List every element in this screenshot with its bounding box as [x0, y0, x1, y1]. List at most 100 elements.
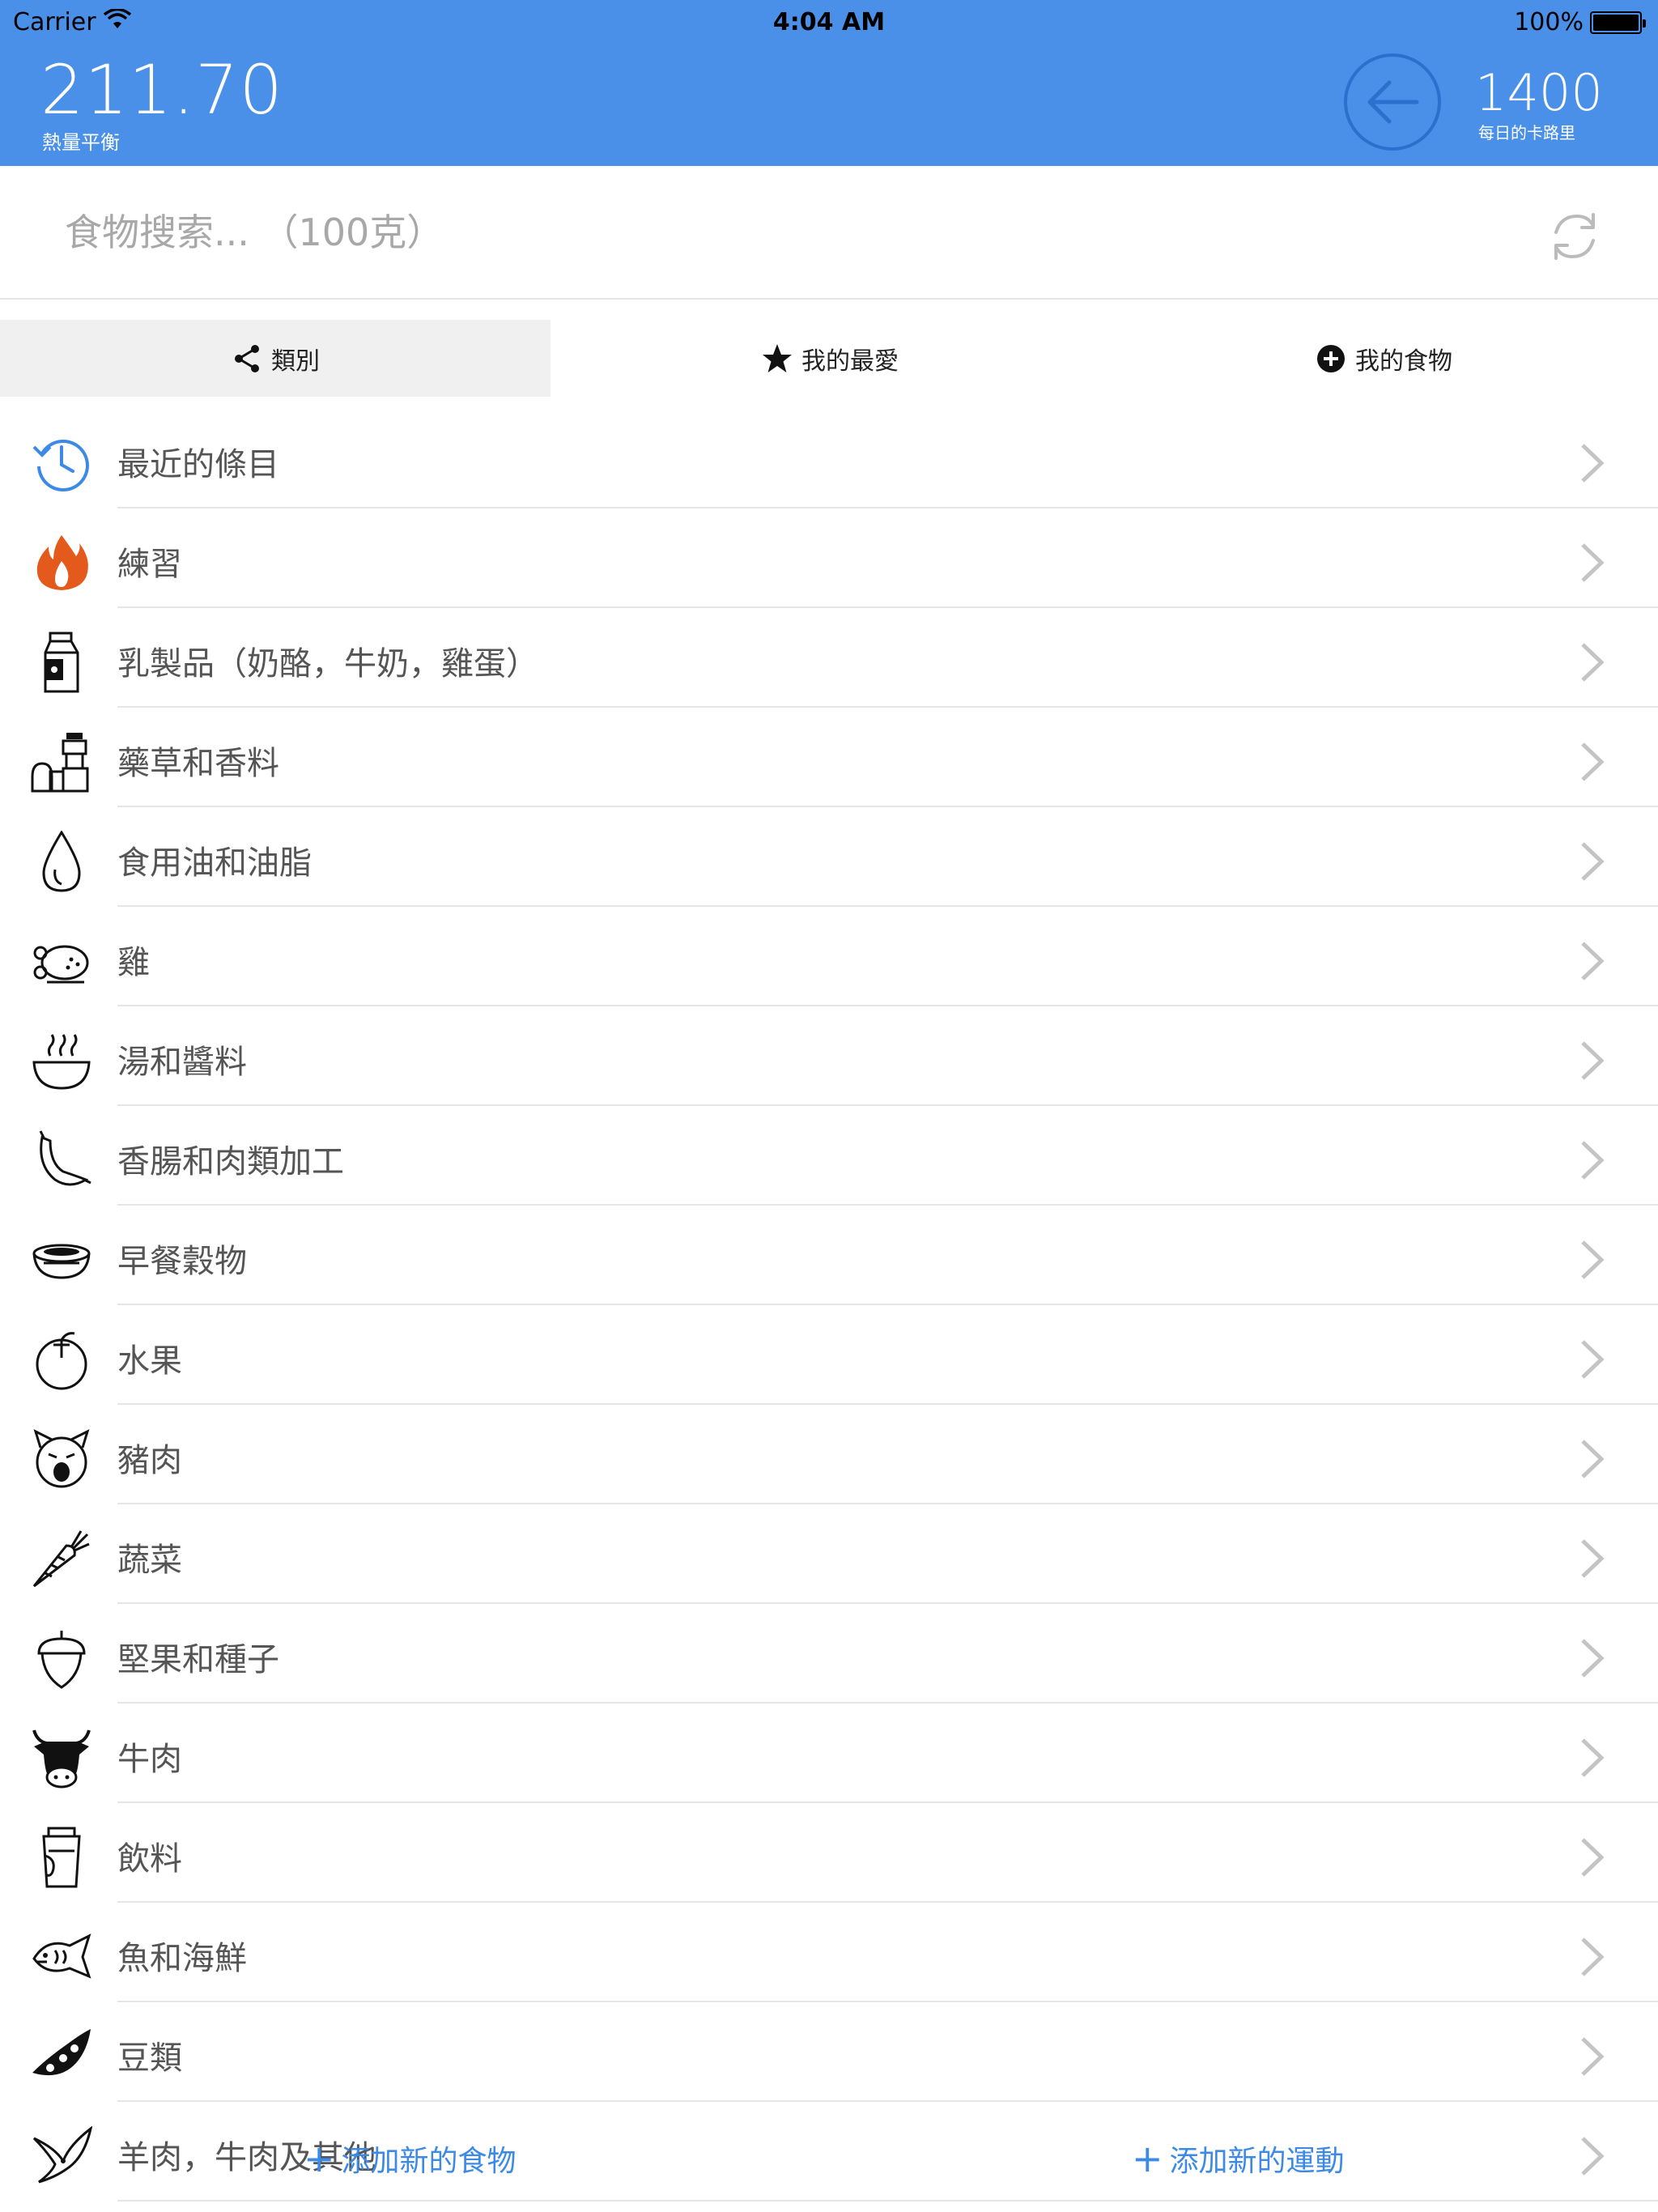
list-item[interactable]: 香腸和肉類加工	[0, 1106, 1658, 1206]
fish-icon	[31, 1926, 92, 1988]
status-bar: Carrier 4:04 AM 100%	[0, 0, 1658, 44]
row-separator	[117, 2200, 1658, 2201]
carrot-icon	[31, 1528, 92, 1589]
list-item[interactable]: 藥草和香料	[0, 708, 1658, 807]
list-item-label: 練習	[117, 546, 182, 583]
list-item[interactable]: 豆類	[0, 2002, 1658, 2102]
search-bar	[0, 166, 1658, 300]
chevron-right-icon	[1581, 842, 1605, 881]
list-item-label: 豆類	[117, 2040, 182, 2077]
app-header: Carrier 4:04 AM 100% 211.70 熱量平衡 1400 每日…	[0, 0, 1658, 166]
list-item[interactable]: 牛肉	[0, 1704, 1658, 1803]
clock-history-icon	[31, 432, 92, 494]
acorn-icon	[31, 1627, 92, 1689]
calorie-balance-value: 211.70	[40, 50, 283, 130]
chevron-right-icon	[1581, 1639, 1605, 1678]
list-item-label: 雞	[117, 944, 150, 981]
plus-icon: +	[1132, 2137, 1163, 2180]
chevron-right-icon	[1581, 1240, 1605, 1279]
cup-icon	[31, 1827, 92, 1888]
food-search-input[interactable]	[65, 206, 1441, 258]
chevron-right-icon	[1581, 1041, 1605, 1080]
spice-grinder-icon	[31, 731, 92, 793]
list-item[interactable]: 早餐穀物	[0, 1206, 1658, 1305]
list-item[interactable]: 乳製品（奶酪，牛奶，雞蛋）	[0, 608, 1658, 708]
chevron-right-icon	[1581, 1539, 1605, 1578]
daily-calories-value: 1400	[1475, 63, 1603, 122]
list-item-label: 食用油和油脂	[117, 844, 312, 882]
share-icon	[231, 342, 263, 375]
plus-icon: +	[304, 2137, 335, 2180]
tab-my-foods[interactable]: 我的食物	[1109, 320, 1658, 397]
add-exercise-button[interactable]: + 添加新的運動	[1132, 2138, 1345, 2180]
list-item-label: 蔬菜	[117, 1542, 182, 1579]
add-food-button[interactable]: + 添加新的食物	[304, 2138, 517, 2180]
chevron-right-icon	[1581, 2037, 1605, 2076]
soup-bowl-icon	[31, 1030, 92, 1091]
calorie-balance-label: 熱量平衡	[42, 131, 120, 154]
flame-icon	[31, 532, 92, 593]
list-item-label: 堅果和種子	[117, 1641, 279, 1678]
list-item[interactable]: 堅果和種子	[0, 1604, 1658, 1704]
list-item-label: 湯和醬料	[117, 1044, 247, 1081]
chevron-right-icon	[1581, 1340, 1605, 1379]
list-item-label: 豬肉	[117, 1442, 182, 1479]
cereal-bowl-icon	[31, 1229, 92, 1291]
cow-icon	[31, 1727, 92, 1789]
tab-label: 類別	[271, 347, 320, 376]
chevron-right-icon	[1581, 643, 1605, 682]
list-item[interactable]: 魚和海鮮	[0, 1903, 1658, 2002]
list-item[interactable]: 飲料	[0, 1803, 1658, 1903]
list-item[interactable]: 練習	[0, 508, 1658, 608]
list-item-label: 藥草和香料	[117, 745, 279, 782]
list-item[interactable]: 水果	[0, 1305, 1658, 1405]
floating-actions: + 添加新的食物 + 添加新的運動	[0, 2138, 1658, 2194]
chevron-right-icon	[1581, 1440, 1605, 1478]
battery-icon	[1590, 11, 1646, 34]
list-item[interactable]: 雞	[0, 907, 1658, 1006]
list-item[interactable]: 豬肉	[0, 1405, 1658, 1504]
add-exercise-label: 添加新的運動	[1169, 2145, 1345, 2178]
list-item-label: 飲料	[117, 1840, 182, 1878]
chevron-right-icon	[1581, 444, 1605, 483]
list-item[interactable]: 蔬菜	[0, 1504, 1658, 1604]
list-item-label: 牛肉	[117, 1741, 182, 1778]
chevron-right-icon	[1581, 1838, 1605, 1877]
status-time: 4:04 AM	[772, 8, 886, 36]
battery-percentage: 100%	[1514, 8, 1584, 36]
list-item[interactable]: 最近的條目	[0, 409, 1658, 508]
daily-calories-label: 每日的卡路里	[1478, 123, 1575, 143]
refresh-button[interactable]	[1546, 208, 1603, 265]
oil-drop-icon	[31, 831, 92, 892]
chevron-right-icon	[1581, 543, 1605, 582]
list-item-label: 魚和海鮮	[117, 1940, 247, 1977]
pea-pod-icon	[31, 2026, 92, 2087]
back-arrow-button[interactable]	[1344, 53, 1441, 151]
category-tabs: 類別 我的最愛 我的食物	[0, 320, 1658, 397]
chevron-right-icon	[1581, 742, 1605, 781]
list-item[interactable]: 湯和醬料	[0, 1006, 1658, 1106]
sausage-icon	[31, 1129, 92, 1191]
list-item-label: 香腸和肉類加工	[117, 1143, 344, 1180]
arrow-left-icon	[1367, 80, 1419, 124]
chevron-right-icon	[1581, 1141, 1605, 1180]
chevron-right-icon	[1581, 942, 1605, 981]
star-icon	[761, 342, 793, 375]
list-item-label: 水果	[117, 1342, 182, 1380]
tab-favorites[interactable]: 我的最愛	[551, 320, 1109, 397]
tab-categories[interactable]: 類別	[0, 320, 551, 397]
list-item-label: 乳製品（奶酪，牛奶，雞蛋）	[117, 645, 538, 683]
tab-label: 我的最愛	[801, 347, 899, 376]
add-food-label: 添加新的食物	[341, 2145, 517, 2178]
list-item-label: 最近的條目	[117, 446, 279, 483]
pig-icon	[31, 1428, 92, 1490]
plus-circle-icon	[1315, 342, 1347, 375]
chevron-right-icon	[1581, 1938, 1605, 1976]
list-item[interactable]: 食用油和油脂	[0, 807, 1658, 907]
refresh-icon	[1554, 213, 1595, 260]
list-item-label: 早餐穀物	[117, 1243, 247, 1280]
roast-chicken-icon	[31, 930, 92, 992]
tab-label: 我的食物	[1355, 347, 1452, 376]
fruit-icon	[31, 1329, 92, 1390]
milk-carton-icon	[31, 632, 92, 693]
